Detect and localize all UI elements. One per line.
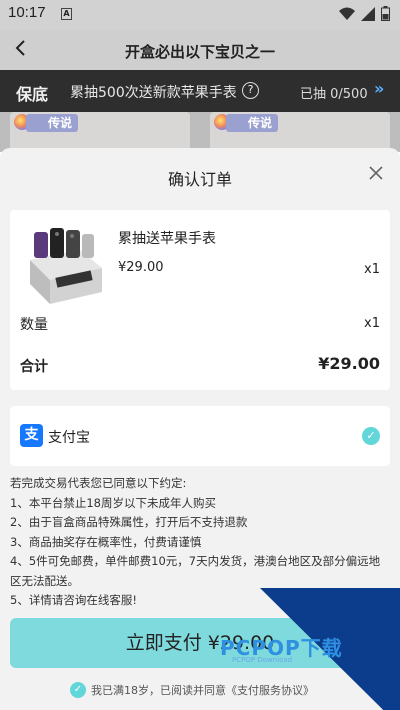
terms-line: 3、商品抽奖存在概率性，付费请谨慎: [10, 534, 202, 549]
product-name: 累抽送苹果手表: [118, 231, 216, 247]
signal-icon: [361, 6, 375, 21]
status-time: 10:17: [8, 4, 46, 21]
sheet-title: 确认订单: [167, 170, 232, 189]
product-quantity: x1: [364, 262, 380, 277]
more-arrow-icon[interactable]: »: [374, 79, 384, 98]
total-label: 合计: [20, 359, 48, 375]
guarantee-banner[interactable]: 保底 累抽500次送新款苹果手表 ? 已抽 0/500 »: [0, 70, 400, 112]
terms-line: 2、由于盲盒商品特殊属性，打开后不支持退款: [10, 515, 248, 529]
selected-check-icon[interactable]: ✓: [362, 427, 380, 445]
page-title: 开盒必出以下宝贝之一: [124, 43, 275, 61]
draw-progress: 已抽 0/500: [300, 87, 368, 102]
close-icon[interactable]: [368, 164, 384, 184]
product-thumbnail: [20, 226, 110, 306]
top-app-bar: 开盒必出以下宝贝之一: [0, 30, 400, 70]
product-price: ¥29.00: [118, 260, 164, 275]
order-summary-card: 累抽送苹果手表 ¥29.00 x1 数量 x1 合计 ¥29.00: [10, 210, 390, 390]
battery-icon: [381, 6, 390, 21]
total-value: ¥29.00: [318, 354, 380, 373]
status-bar: 10:17 A: [0, 0, 400, 30]
payment-method-alipay[interactable]: 支 支付宝 ✓: [10, 406, 390, 466]
terms-line: 4、5件可免邮费，单件邮费10元，7天内发货，港澳台地区及部分偏远地区无法配送。: [10, 554, 381, 588]
quantity-value: x1: [364, 316, 380, 331]
background-cards: 传说 传说: [0, 112, 400, 152]
prize-card[interactable]: 传说: [10, 112, 190, 152]
prize-card[interactable]: 传说: [210, 112, 390, 152]
promo-text: 累抽500次送新款苹果手表: [70, 85, 237, 101]
system-icons: [339, 6, 390, 21]
terms-line: 若完成交易代表您已同意以下约定:: [10, 476, 187, 490]
quantity-label: 数量: [20, 317, 48, 333]
agreement-row[interactable]: ✓ 我已满18岁，已阅读并同意《支付服务协议》: [70, 682, 314, 698]
watermark-subtext: PCPOP Download: [232, 656, 293, 664]
agreement-check-icon[interactable]: ✓: [70, 682, 86, 698]
terms-line: 1、本平台禁止18周岁以下未成年人购买: [10, 495, 216, 510]
notification-a-icon: A: [61, 8, 72, 20]
alipay-icon: 支: [20, 424, 43, 447]
rarity-badge: 传说: [226, 114, 279, 132]
wifi-icon: [339, 7, 355, 20]
agreement-text: 我已满18岁，已阅读并同意《支付服务协议》: [91, 684, 314, 697]
guarantee-tag: 保底: [16, 85, 49, 104]
help-icon[interactable]: ?: [242, 82, 259, 99]
rarity-badge: 传说: [26, 114, 79, 132]
payment-method-label: 支付宝: [48, 430, 90, 446]
